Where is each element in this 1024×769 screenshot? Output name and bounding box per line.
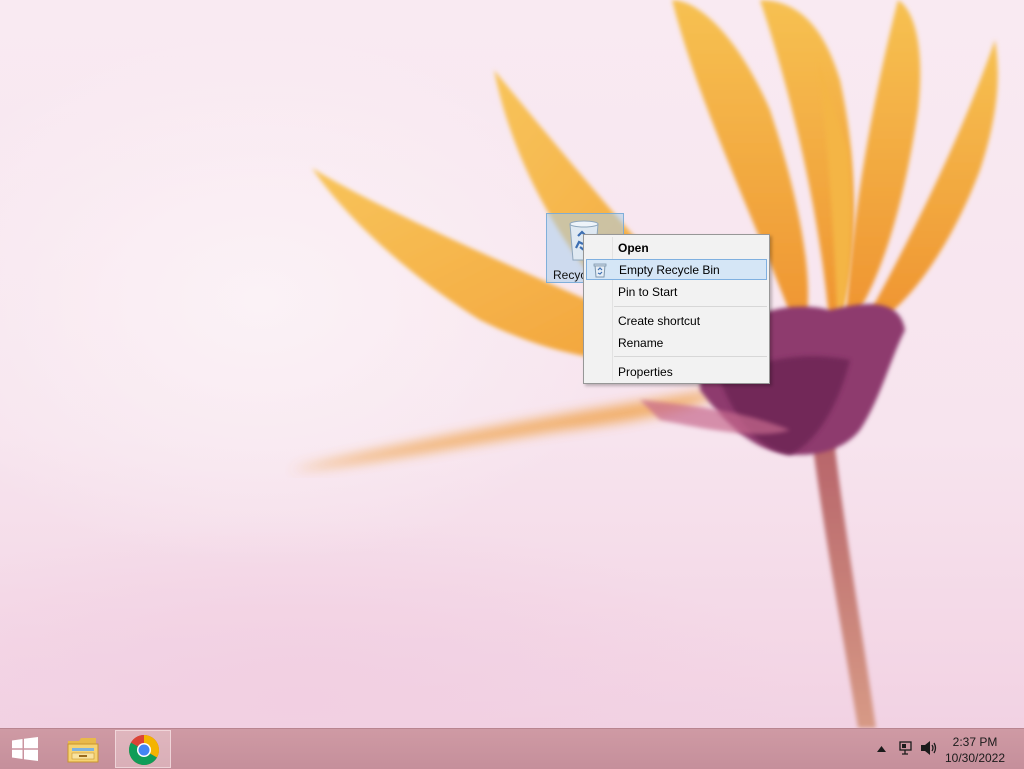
action-center-flag-icon[interactable]: [898, 740, 914, 756]
menu-item-rename[interactable]: Rename: [586, 332, 767, 353]
file-explorer-icon: [67, 738, 99, 763]
system-clock[interactable]: 2:37 PM 10/30/2022: [940, 734, 1010, 766]
menu-item-pin-to-start[interactable]: Pin to Start: [586, 281, 767, 302]
taskbar: 2:37 PM 10/30/2022: [0, 728, 1024, 769]
menu-separator: [614, 306, 767, 307]
menu-item-properties[interactable]: Properties: [586, 361, 767, 382]
menu-item-open[interactable]: Open: [586, 237, 767, 258]
menu-item-label: Properties: [618, 365, 673, 379]
menu-item-create-shortcut[interactable]: Create shortcut: [586, 310, 767, 331]
menu-item-label: Create shortcut: [618, 314, 701, 328]
menu-item-label: Rename: [618, 336, 664, 350]
desktop-wallpaper: [0, 0, 1024, 728]
menu-item-label: Open: [618, 241, 649, 255]
taskbar-file-explorer-button[interactable]: [54, 730, 110, 768]
menu-item-label: Pin to Start: [618, 285, 678, 299]
flower-illustration: [290, 0, 998, 728]
taskbar-chrome-button[interactable]: [115, 730, 171, 768]
volume-speaker-icon[interactable]: [920, 740, 938, 756]
chrome-icon: [128, 735, 160, 766]
show-hidden-icons-chevron-up-icon[interactable]: [877, 746, 886, 752]
menu-separator: [614, 356, 767, 357]
recycle-bin-icon: [593, 263, 607, 278]
clock-date: 10/30/2022: [944, 751, 1006, 765]
menu-item-empty-recycle-bin[interactable]: Empty Recycle Bin: [586, 259, 767, 280]
start-button[interactable]: [0, 729, 48, 769]
context-menu: Open Empty Recycle Bin Pin to Start Crea…: [583, 234, 770, 384]
menu-item-label: Empty Recycle Bin: [619, 263, 720, 277]
clock-time: 2:37 PM: [952, 735, 998, 749]
windows-logo-icon: [12, 737, 38, 761]
